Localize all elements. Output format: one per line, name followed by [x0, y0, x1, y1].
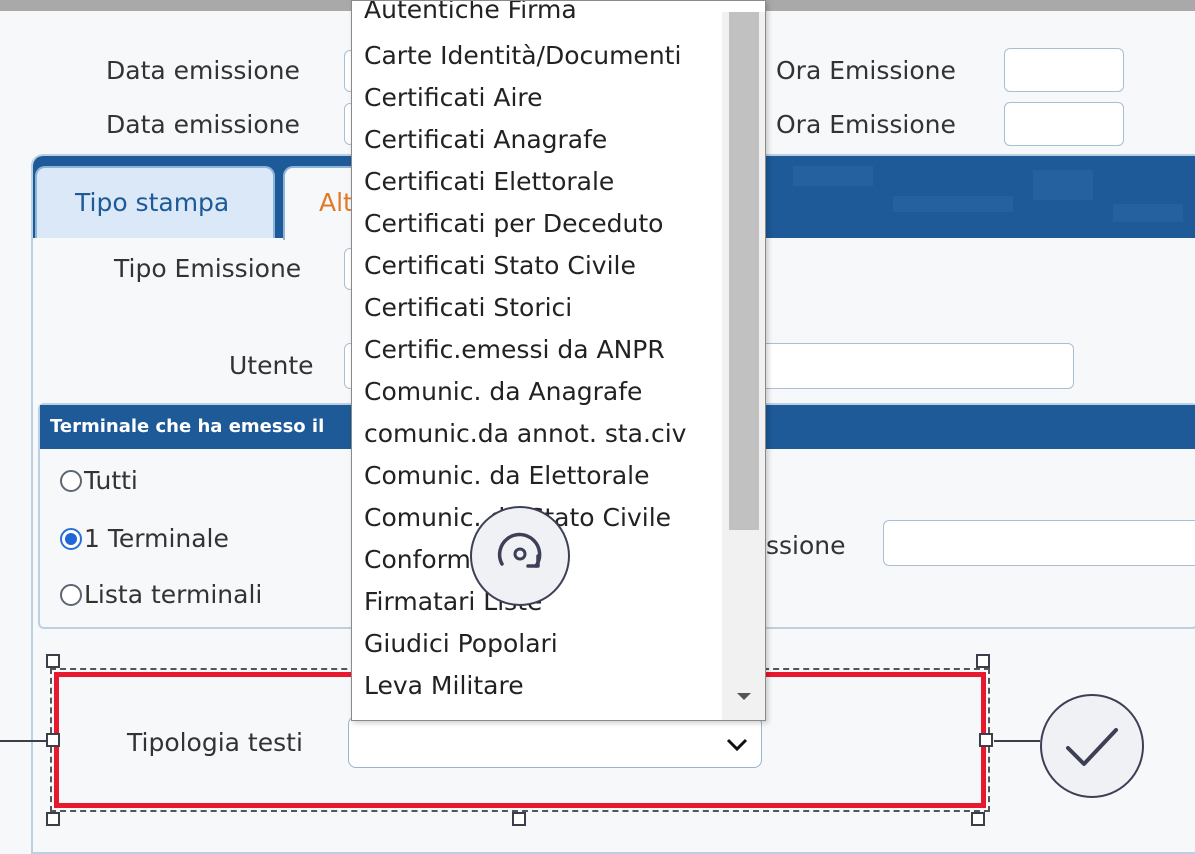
resize-handle-ml[interactable] [46, 733, 60, 747]
radio-tutti-dot[interactable] [60, 469, 82, 492]
utente-label: Utente [229, 351, 314, 380]
tab-tipo-stampa[interactable]: Tipo stampa [35, 166, 275, 238]
emissione-terminal-input[interactable] [883, 520, 1195, 566]
dropdown-option[interactable]: comunic.da annot. sta.civ [364, 419, 686, 448]
tipo-emissione-label: Tipo Emissione [114, 254, 302, 283]
resize-handle-tl[interactable] [46, 654, 60, 668]
dropdown-scrollbar-thumb[interactable] [729, 12, 759, 530]
data-emissione-label-2: Data emissione [106, 110, 300, 139]
radio-lista-terminali-label: Lista terminali [84, 580, 263, 609]
dropdown-option[interactable]: Certificati Stato Civile [364, 251, 636, 280]
dropdown-option[interactable]: Certific.emessi da ANPR [364, 335, 665, 364]
resize-handle-br[interactable] [971, 812, 985, 826]
radio-lista-terminali[interactable]: Lista terminali [60, 580, 262, 609]
radio-1-terminale-dot[interactable] [60, 527, 82, 550]
resize-handle-bl[interactable] [46, 812, 60, 826]
radio-lista-terminali-dot[interactable] [60, 583, 82, 606]
scroll-down-arrow-icon[interactable] [730, 685, 758, 707]
radio-tutti-label: Tutti [84, 466, 138, 495]
ora-emissione-input-1[interactable] [1004, 48, 1124, 92]
ora-emissione-label-1: Ora Emissione [776, 56, 956, 85]
connector-line-right [994, 740, 1040, 742]
dropdown-option[interactable]: Autentiche Firma [364, 1, 577, 24]
rotate-icon [497, 532, 542, 568]
rotate-button[interactable] [470, 506, 570, 606]
emissione-partial-label: ssione [766, 531, 846, 560]
resize-handle-tr[interactable] [976, 654, 990, 668]
tipologia-dropdown-list[interactable]: Autentiche Firma Carte Identità/Document… [351, 0, 766, 721]
check-icon [1066, 728, 1118, 766]
resize-handle-mr[interactable] [979, 733, 993, 747]
dropdown-option[interactable]: Certificati Anagrafe [364, 125, 607, 154]
dropdown-option[interactable]: Certificati per Deceduto [364, 209, 663, 238]
dropdown-option[interactable]: Comunic. da Anagrafe [364, 377, 642, 406]
connector-line-left [0, 740, 46, 742]
confirm-button[interactable] [1040, 694, 1144, 798]
resize-handle-bc[interactable] [512, 812, 526, 826]
radio-tutti[interactable]: Tutti [60, 466, 138, 495]
ora-emissione-label-2: Ora Emissione [776, 110, 956, 139]
dropdown-option[interactable]: Certificati Storici [364, 293, 572, 322]
dropdown-option[interactable]: Leva Militare [364, 671, 524, 700]
ora-emissione-input-2[interactable] [1004, 102, 1124, 146]
dropdown-option[interactable]: Giudici Popolari [364, 629, 558, 658]
dropdown-option[interactable]: Carte Identità/Documenti [364, 41, 681, 70]
radio-1-terminale[interactable]: 1 Terminale [60, 524, 229, 553]
dropdown-option[interactable]: Comunic. da Elettorale [364, 461, 649, 490]
dropdown-option[interactable]: Certificati Aire [364, 83, 543, 112]
radio-1-terminale-label: 1 Terminale [84, 524, 229, 553]
data-emissione-label-1: Data emissione [106, 56, 300, 85]
dropdown-option[interactable]: Certificati Elettorale [364, 167, 614, 196]
